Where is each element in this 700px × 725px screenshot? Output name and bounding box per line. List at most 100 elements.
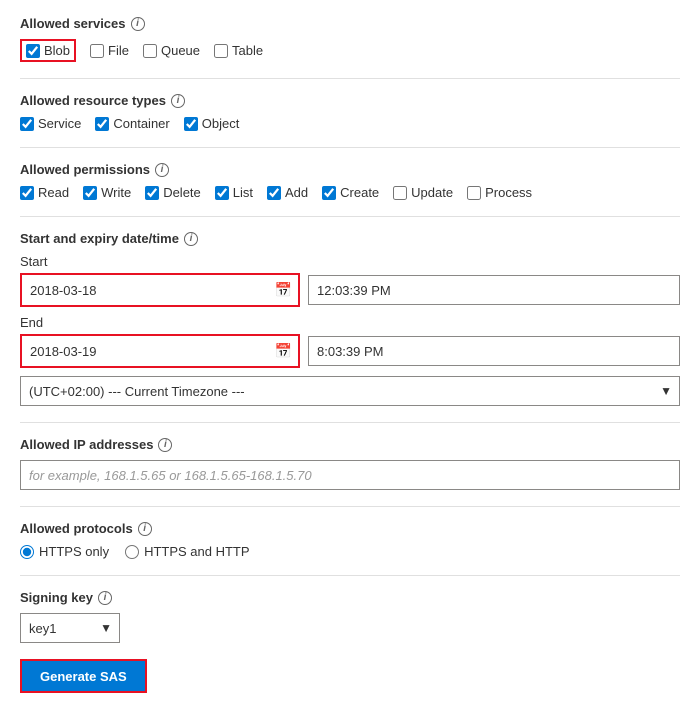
allowed-protocols-section: Allowed protocols i HTTPS only HTTPS and… [20,521,680,559]
generate-sas-section: Generate SAS [20,659,680,693]
checkbox-delete-label: Delete [163,185,201,200]
checkbox-container-label: Container [113,116,169,131]
checkbox-file-label: File [108,43,129,58]
checkbox-add[interactable]: Add [267,185,308,200]
divider-2 [20,147,680,148]
checkbox-add-label: Add [285,185,308,200]
end-time-input[interactable] [308,336,680,366]
checkbox-update-label: Update [411,185,453,200]
checkbox-list[interactable]: List [215,185,253,200]
allowed-services-section: Allowed services i Blob File Queue Table [20,16,680,62]
checkbox-process-input[interactable] [467,186,481,200]
allowed-ip-section: Allowed IP addresses i [20,437,680,490]
checkbox-table-label: Table [232,43,263,58]
checkbox-delete-input[interactable] [145,186,159,200]
checkbox-queue-input[interactable] [143,44,157,58]
divider-6 [20,575,680,576]
allowed-resource-types-info-icon[interactable]: i [171,94,185,108]
allowed-protocols-radios: HTTPS only HTTPS and HTTP [20,544,680,559]
checkbox-process[interactable]: Process [467,185,532,200]
checkbox-table[interactable]: Table [214,43,263,58]
checkbox-container[interactable]: Container [95,116,169,131]
start-expiry-info-icon[interactable]: i [184,232,198,246]
timezone-wrapper: (UTC+02:00) --- Current Timezone --- ▼ [20,376,680,406]
checkbox-update-input[interactable] [393,186,407,200]
checkbox-create[interactable]: Create [322,185,379,200]
allowed-permissions-title: Allowed permissions i [20,162,680,177]
start-expiry-label: Start and expiry date/time [20,231,179,246]
checkbox-service[interactable]: Service [20,116,81,131]
allowed-protocols-label: Allowed protocols [20,521,133,536]
checkbox-list-input[interactable] [215,186,229,200]
start-label: Start [20,254,680,269]
checkbox-delete[interactable]: Delete [145,185,201,200]
checkbox-update[interactable]: Update [393,185,453,200]
radio-https-http[interactable]: HTTPS and HTTP [125,544,249,559]
timezone-select[interactable]: (UTC+02:00) --- Current Timezone --- [20,376,680,406]
end-calendar-icon[interactable]: 📅 [275,343,292,360]
checkbox-queue[interactable]: Queue [143,43,200,58]
allowed-services-label: Allowed services [20,16,126,31]
checkbox-list-label: List [233,185,253,200]
checkbox-file-input[interactable] [90,44,104,58]
checkbox-add-input[interactable] [267,186,281,200]
checkbox-blob[interactable]: Blob [20,39,76,62]
start-calendar-icon[interactable]: 📅 [275,282,292,299]
radio-https-only[interactable]: HTTPS only [20,544,109,559]
checkbox-process-label: Process [485,185,532,200]
allowed-ip-input[interactable] [20,460,680,490]
allowed-services-checkboxes: Blob File Queue Table [20,39,680,62]
checkbox-create-label: Create [340,185,379,200]
allowed-resource-types-checkboxes: Service Container Object [20,116,680,131]
end-date-time-row: 📅 [20,334,680,368]
allowed-ip-info-icon[interactable]: i [158,438,172,452]
checkbox-blob-input[interactable] [26,44,40,58]
checkbox-create-input[interactable] [322,186,336,200]
allowed-resource-types-title: Allowed resource types i [20,93,680,108]
checkbox-blob-label: Blob [44,43,70,58]
radio-https-http-label: HTTPS and HTTP [144,544,249,559]
checkbox-write-label: Write [101,185,131,200]
allowed-services-info-icon[interactable]: i [131,17,145,31]
checkbox-read[interactable]: Read [20,185,69,200]
checkbox-read-label: Read [38,185,69,200]
allowed-ip-title: Allowed IP addresses i [20,437,680,452]
checkbox-read-input[interactable] [20,186,34,200]
checkbox-file[interactable]: File [90,43,129,58]
signing-key-select[interactable]: key1 key2 [20,613,120,643]
signing-key-section: Signing key i key1 key2 ▼ [20,590,680,643]
radio-https-only-label: HTTPS only [39,544,109,559]
signing-key-label: Signing key [20,590,93,605]
allowed-ip-label: Allowed IP addresses [20,437,153,452]
checkbox-container-input[interactable] [95,117,109,131]
divider-3 [20,216,680,217]
start-date-input[interactable] [22,275,298,305]
radio-https-http-input[interactable] [125,545,139,559]
signing-key-info-icon[interactable]: i [98,591,112,605]
allowed-resource-types-label: Allowed resource types [20,93,166,108]
allowed-permissions-info-icon[interactable]: i [155,163,169,177]
radio-https-only-input[interactable] [20,545,34,559]
divider-5 [20,506,680,507]
checkbox-object-label: Object [202,116,240,131]
checkbox-write-input[interactable] [83,186,97,200]
end-date-input[interactable] [22,336,298,366]
divider-4 [20,422,680,423]
checkbox-service-input[interactable] [20,117,34,131]
checkbox-service-label: Service [38,116,81,131]
allowed-permissions-checkboxes: Read Write Delete List Add Create Update [20,185,680,200]
allowed-permissions-label: Allowed permissions [20,162,150,177]
generate-sas-button[interactable]: Generate SAS [20,659,147,693]
allowed-protocols-info-icon[interactable]: i [138,522,152,536]
checkbox-table-input[interactable] [214,44,228,58]
signing-key-title: Signing key i [20,590,680,605]
allowed-permissions-section: Allowed permissions i Read Write Delete … [20,162,680,200]
checkbox-write[interactable]: Write [83,185,131,200]
checkbox-object[interactable]: Object [184,116,240,131]
checkbox-object-input[interactable] [184,117,198,131]
start-date-time-row: 📅 [20,273,680,307]
allowed-protocols-title: Allowed protocols i [20,521,680,536]
end-label: End [20,315,680,330]
start-expiry-title: Start and expiry date/time i [20,231,680,246]
start-time-input[interactable] [308,275,680,305]
